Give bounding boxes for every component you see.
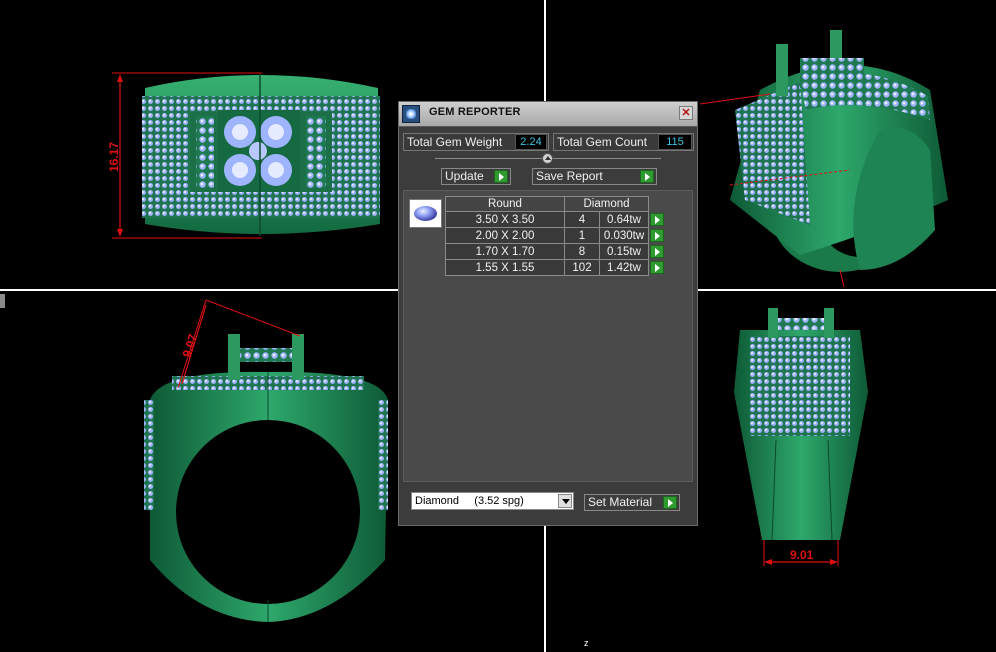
total-gem-count-value: 115 [658, 134, 692, 150]
play-arrow-icon [494, 170, 508, 183]
gem-reporter-icon [402, 105, 420, 123]
gem-size-cell: 3.50 X 3.50 [445, 211, 565, 228]
chevron-down-icon[interactable] [558, 494, 572, 508]
gem-weight-cell: 1.42tw [599, 259, 649, 276]
update-button-label: Update [445, 169, 484, 183]
row-select-arrow-icon[interactable] [650, 244, 664, 258]
round-diamond-icon [409, 199, 442, 228]
collapse-toggle-icon[interactable] [542, 153, 553, 164]
material-select-value: Diamond (3.52 spg) [415, 495, 524, 507]
set-material-button[interactable]: Set Material [584, 494, 680, 511]
shape-header: Round [445, 196, 565, 212]
side-view-ring: 9.01 [734, 308, 868, 566]
total-gem-count-text: Total Gem Count [557, 135, 648, 149]
total-gem-weight-text: Total Gem Weight [407, 135, 503, 149]
play-arrow-icon [640, 170, 654, 183]
save-report-button[interactable]: Save Report [532, 168, 657, 185]
row-select-arrow-icon[interactable] [650, 212, 664, 226]
axis-z-label: z [584, 638, 589, 648]
gem-size-cell: 1.55 X 1.55 [445, 259, 565, 276]
table-row[interactable]: 1.70 X 1.70 8 0.15tw [445, 243, 670, 260]
total-gem-weight-value: 2.24 [515, 134, 547, 150]
close-icon[interactable]: ✕ [679, 106, 693, 120]
table-row[interactable]: 2.00 X 2.00 1 0.030tw [445, 227, 670, 244]
gem-report-area: Round Diamond 3.50 X 3.50 4 0.64tw 2.00 … [403, 190, 693, 482]
dimension-side-width-label: 9.01 [790, 548, 814, 562]
perspective-view-ring [699, 30, 948, 288]
dimension-height-label: 16.17 [107, 142, 121, 172]
gem-size-cell: 1.70 X 1.70 [445, 243, 565, 260]
row-select-arrow-icon[interactable] [650, 228, 664, 242]
row-select-arrow-icon[interactable] [650, 260, 664, 274]
table-row[interactable]: 1.55 X 1.55 102 1.42tw [445, 259, 670, 276]
material-select[interactable]: Diamond (3.52 spg) [411, 492, 574, 510]
table-row[interactable]: 3.50 X 3.50 4 0.64tw [445, 211, 670, 228]
gem-weight-cell: 0.64tw [599, 211, 649, 228]
update-button[interactable]: Update [441, 168, 511, 185]
save-report-button-label: Save Report [536, 169, 603, 183]
set-material-button-label: Set Material [588, 495, 653, 509]
gem-count-cell: 8 [564, 243, 600, 260]
gem-count-cell: 102 [564, 259, 600, 276]
gem-count-cell: 1 [564, 227, 600, 244]
gem-report-table: Round Diamond 3.50 X 3.50 4 0.64tw 2.00 … [445, 196, 670, 276]
play-arrow-icon [663, 496, 677, 509]
gem-weight-cell: 0.030tw [599, 227, 649, 244]
top-view-ring: 16.17 [107, 72, 380, 239]
dimension-width-label: 9.07 [180, 332, 201, 359]
gem-weight-cell: 0.15tw [599, 243, 649, 260]
front-view-ring: 9.07 [144, 299, 388, 622]
panel-title: GEM REPORTER [429, 106, 521, 118]
panel-titlebar[interactable]: GEM REPORTER ✕ [399, 102, 697, 127]
gem-count-cell: 4 [564, 211, 600, 228]
viewport-side-tab[interactable] [0, 294, 5, 308]
material-header: Diamond [564, 196, 649, 212]
gem-size-cell: 2.00 X 2.00 [445, 227, 565, 244]
gem-reporter-panel: GEM REPORTER ✕ Total Gem Weight 2.24 Tot… [398, 101, 698, 526]
